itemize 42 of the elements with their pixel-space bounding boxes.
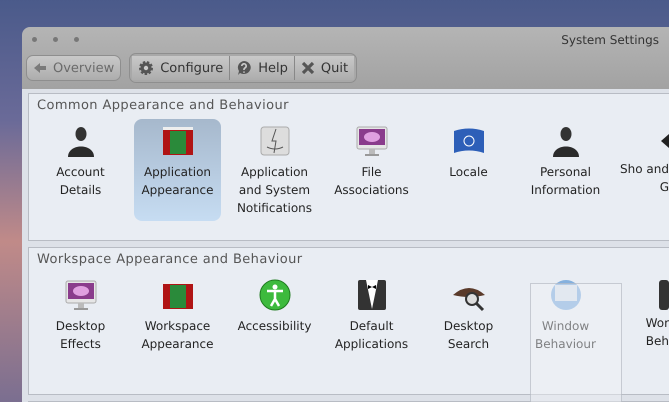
window-title: System Settings (561, 32, 659, 46)
help-button[interactable]: Help (230, 56, 295, 80)
close-icon (300, 61, 315, 75)
window-button[interactable] (32, 37, 37, 42)
settings-module[interactable]: Sho and G (619, 119, 669, 221)
settings-module[interactable]: Application and System Notifications (231, 119, 318, 221)
settings-module[interactable]: Wor Beh (619, 273, 669, 357)
settings-module[interactable]: Personal Information (522, 119, 609, 221)
module-label: Personal Information (530, 164, 602, 199)
gear-icon (138, 60, 154, 76)
module-label: Wor Beh (644, 315, 669, 350)
module-label: Window Behaviour (534, 318, 597, 353)
module-label: Default Applications (334, 318, 410, 353)
window-button[interactable] (53, 37, 58, 42)
settings-module[interactable]: Default Applications (328, 273, 415, 357)
category-title: Common Appearance and Behaviour (37, 98, 290, 113)
help-icon (236, 60, 252, 76)
settings-module[interactable]: Workspace Appearance (134, 273, 221, 357)
module-label: Application and System Notifications (236, 164, 314, 217)
window-button[interactable] (74, 37, 79, 42)
module-label: Desktop Effects (54, 318, 106, 353)
module-label: Workspace Appearance (140, 318, 215, 353)
configure-button[interactable]: Configure (132, 56, 230, 80)
settings-module[interactable]: File Associations (328, 119, 415, 221)
device-icon (659, 280, 669, 310)
module-label: Desktop Search (442, 318, 494, 353)
settings-module[interactable]: Accessibility (231, 273, 318, 357)
settings-module[interactable]: Desktop Effects (37, 273, 124, 357)
settings-module[interactable]: Application Appearance (134, 119, 221, 221)
module-label: Application Appearance (140, 164, 215, 199)
category-title: Workspace Appearance and Behaviour (37, 252, 304, 267)
back-arrow-icon (33, 62, 47, 74)
settings-module[interactable]: Locale (425, 119, 512, 221)
module-label: Sho and G (619, 161, 669, 196)
module-label: Account Details (55, 164, 106, 199)
module-label: Locale (449, 164, 488, 181)
accessibility-icon (256, 277, 292, 313)
module-label: File Associations (333, 164, 410, 199)
settings-module[interactable]: Account Details (37, 119, 124, 221)
module-label: Accessibility (238, 318, 312, 335)
settings-module[interactable]: Desktop Search (425, 273, 512, 357)
quit-button[interactable]: Quit (294, 56, 354, 80)
